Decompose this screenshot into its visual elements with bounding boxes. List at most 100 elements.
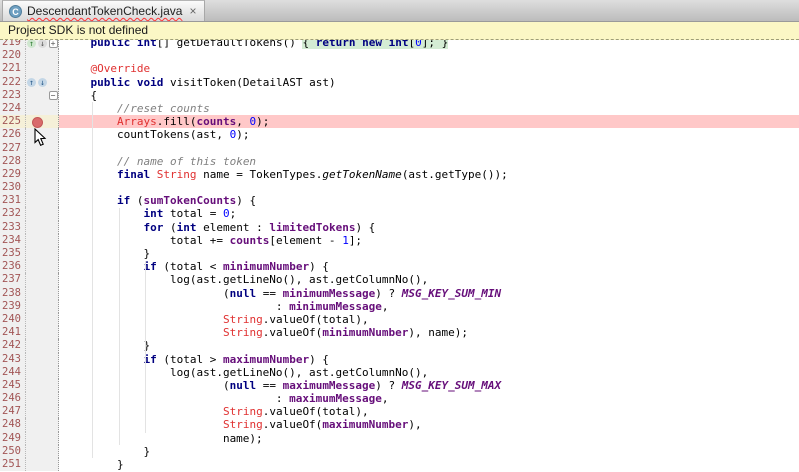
code-line[interactable]: 225 Arrays.fill(counts, 0); [0,115,799,128]
code-text[interactable]: (null == maximumMessage) ? MSG_KEY_SUM_M… [59,379,799,392]
code-line[interactable]: 224 //reset counts [0,102,799,115]
code-line[interactable]: 226 countTokens(ast, 0); [0,128,799,141]
fold-strip[interactable] [48,432,59,445]
fold-strip[interactable] [48,458,59,471]
code-line[interactable]: 229 final String name = TokenTypes.getTo… [0,168,799,181]
implement-down-icon[interactable]: ↓ [38,40,47,48]
code-text[interactable] [59,142,799,155]
line-number[interactable]: 219 [0,40,26,49]
gutter-icon-area[interactable] [26,115,48,128]
gutter-icon-area[interactable] [26,234,48,247]
code-text[interactable]: if (total > maximumNumber) { [59,353,799,366]
fold-strip[interactable] [48,102,59,115]
line-number[interactable]: 240 [0,313,26,326]
gutter-icon-area[interactable] [26,379,48,392]
code-line[interactable]: 223− { [0,89,799,102]
fold-strip[interactable]: − [48,89,59,102]
line-number[interactable]: 239 [0,300,26,313]
code-line[interactable]: 227 [0,142,799,155]
line-number[interactable]: 236 [0,260,26,273]
code-text[interactable]: : minimumMessage, [59,300,799,313]
gutter-icon-area[interactable] [26,353,48,366]
gutter-icon-area[interactable]: ↑↓ [26,76,48,89]
fold-strip[interactable] [48,194,59,207]
gutter-icon-area[interactable] [26,62,48,75]
code-text[interactable]: name); [59,432,799,445]
fold-strip[interactable] [48,353,59,366]
gutter-icon-area[interactable] [26,445,48,458]
line-number[interactable]: 231 [0,194,26,207]
line-number[interactable]: 233 [0,221,26,234]
code-text[interactable]: log(ast.getLineNo(), ast.getColumnNo(), [59,273,799,286]
line-number[interactable]: 242 [0,339,26,352]
fold-strip[interactable] [48,155,59,168]
line-number[interactable]: 232 [0,207,26,220]
code-line[interactable]: 222↑↓ public void visitToken(DetailAST a… [0,76,799,89]
line-number[interactable]: 249 [0,432,26,445]
code-text[interactable]: } [59,339,799,352]
fold-strip[interactable] [48,313,59,326]
code-line[interactable]: 251 } [0,458,799,471]
breakpoint-icon[interactable] [32,117,43,128]
code-text[interactable]: for (int element : limitedTokens) { [59,221,799,234]
code-line[interactable]: 219↑↓+ public int[] getDefaultTokens() {… [0,40,799,49]
line-number[interactable]: 250 [0,445,26,458]
fold-plus-icon[interactable]: + [49,40,58,48]
code-text[interactable]: total += counts[element - 1]; [59,234,799,247]
fold-strip[interactable] [48,181,59,194]
overridden-icon[interactable]: ↓ [38,78,47,87]
gutter-icon-area[interactable] [26,392,48,405]
code-text[interactable]: //reset counts [59,102,799,115]
code-line[interactable]: 230 [0,181,799,194]
code-text[interactable]: if (sumTokenCounts) { [59,194,799,207]
fold-strip[interactable] [48,247,59,260]
gutter-icon-area[interactable] [26,313,48,326]
code-text[interactable]: // name of this token [59,155,799,168]
line-number[interactable]: 226 [0,128,26,141]
fold-strip[interactable] [48,366,59,379]
code-line[interactable]: 220 [0,49,799,62]
line-number[interactable]: 224 [0,102,26,115]
line-number[interactable]: 225 [0,115,26,128]
gutter-icon-area[interactable] [26,102,48,115]
line-number[interactable]: 237 [0,273,26,286]
code-text[interactable]: } [59,445,799,458]
fold-strip[interactable]: + [48,40,59,49]
fold-strip[interactable] [48,115,59,128]
line-number[interactable]: 222 [0,76,26,89]
fold-strip[interactable] [48,221,59,234]
code-line[interactable]: 228 // name of this token [0,155,799,168]
code-editor[interactable]: 219↑↓+ public int[] getDefaultTokens() {… [0,40,799,472]
line-number[interactable]: 246 [0,392,26,405]
code-text[interactable]: final String name = TokenTypes.getTokenN… [59,168,799,181]
gutter-icon-area[interactable]: ↑↓ [26,40,48,49]
gutter-icon-area[interactable] [26,181,48,194]
gutter-icon-area[interactable] [26,247,48,260]
code-text[interactable]: } [59,247,799,260]
line-number[interactable]: 247 [0,405,26,418]
gutter-icon-area[interactable] [26,207,48,220]
code-text[interactable]: public void visitToken(DetailAST ast) [59,76,799,89]
gutter-icon-area[interactable] [26,366,48,379]
fold-strip[interactable] [48,142,59,155]
line-number[interactable]: 228 [0,155,26,168]
gutter-icon-area[interactable] [26,194,48,207]
code-text[interactable]: String.valueOf(minimumNumber), name); [59,326,799,339]
code-text[interactable]: public int[] getDefaultTokens() { return… [59,40,799,49]
code-text[interactable]: String.valueOf(total), [59,313,799,326]
fold-strip[interactable] [48,418,59,431]
fold-strip[interactable] [48,287,59,300]
gutter-icon-area[interactable] [26,300,48,313]
line-number[interactable]: 248 [0,418,26,431]
tab-descendanttokencheck[interactable]: C DescendantTokenCheck.java × [2,0,205,21]
fold-strip[interactable] [48,76,59,89]
code-text[interactable]: countTokens(ast, 0); [59,128,799,141]
fold-strip[interactable] [48,445,59,458]
code-text[interactable]: if (total < minimumNumber) { [59,260,799,273]
fold-strip[interactable] [48,62,59,75]
code-text[interactable]: (null == minimumMessage) ? MSG_KEY_SUM_M… [59,287,799,300]
code-text[interactable]: @Override [59,62,799,75]
fold-strip[interactable] [48,300,59,313]
gutter-icon-area[interactable] [26,260,48,273]
line-number[interactable]: 230 [0,181,26,194]
